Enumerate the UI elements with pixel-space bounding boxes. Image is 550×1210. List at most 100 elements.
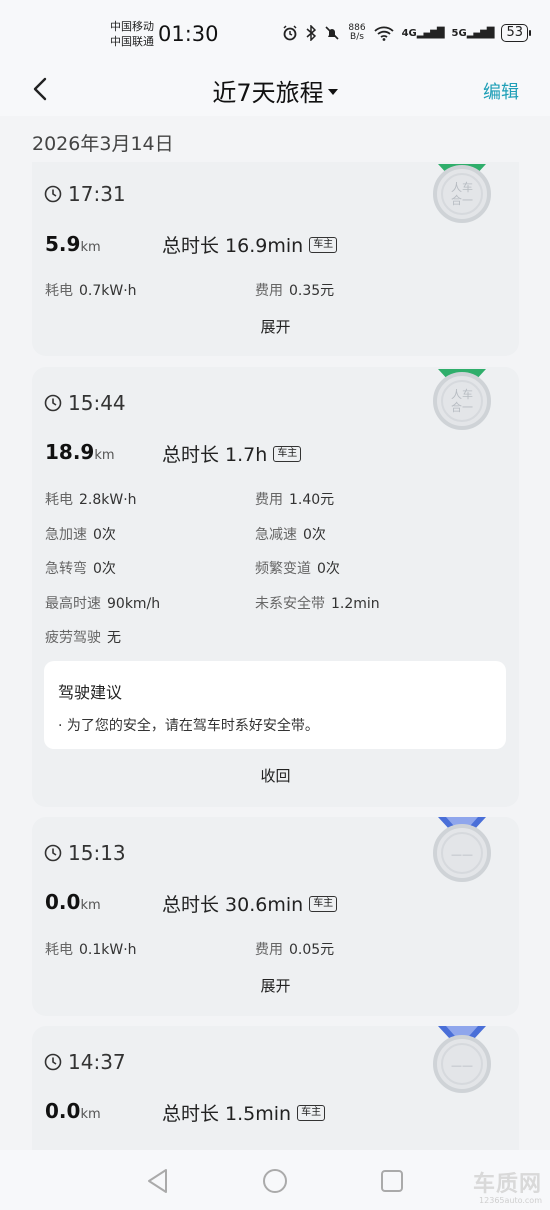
svg-text:人车: 人车: [451, 387, 473, 401]
alarm-icon: [283, 25, 297, 41]
medal-icon: ——: [433, 1026, 491, 1093]
cost-value: 0.35元: [289, 283, 335, 299]
distance-value: 5.9: [45, 232, 81, 256]
distance-value: 0.0: [45, 890, 81, 914]
trip-duration: 总时长 30.6min 车主: [162, 890, 338, 917]
owner-badge: 车主: [297, 1104, 326, 1121]
signal-4g-label: 4G: [401, 27, 417, 39]
expand-button[interactable]: 展开: [32, 975, 519, 996]
energy-label: 耗电: [45, 492, 73, 508]
caret-down-icon: [327, 88, 338, 95]
distance-unit: km: [94, 448, 115, 463]
svg-text:合一: 合一: [451, 193, 473, 207]
page-title: 近7天旅程: [212, 79, 324, 107]
trip-card[interactable]: 17:31 5.9km 总时长 16.9min 车主 耗电 0.7kW·h 费用 0.…: [32, 162, 519, 356]
bluetooth-icon: [306, 25, 317, 41]
recents-square-icon[interactable]: [377, 1166, 407, 1196]
owner-badge: 车主: [309, 895, 338, 912]
medal-icon: 人车 合一: [433, 369, 491, 430]
energy-label: 耗电: [45, 283, 73, 299]
cost-value: 0.05元: [289, 942, 335, 958]
trip-card[interactable]: 15:13 0.0km 总时长 30.6min 车主 耗电 0.1kW·h 费用 0.…: [32, 817, 519, 1016]
clock-icon: [44, 185, 62, 203]
energy-stat: 耗电 2.8kW·h: [45, 489, 137, 509]
max-speed-value: 90km/h: [107, 596, 161, 612]
edit-button[interactable]: 编辑: [483, 78, 519, 104]
lane-change-stat: 频繁变道 0次: [255, 558, 340, 578]
signal-5g-label: 5G: [451, 27, 467, 39]
watermark: 车质网 12365auto.com: [473, 1166, 542, 1205]
energy-value: 0.7kW·h: [79, 283, 137, 299]
trip-card[interactable]: 15:44 18.9km 总时长 1.7h 车主 耗电 2.8kW·h 费用 1.40…: [32, 367, 519, 807]
signal-5g-icon: 5G▂▄▆█: [451, 27, 495, 39]
energy-value: 0.1kW·h: [79, 942, 137, 958]
status-bar: 中国移动 中国联通 01:30 886 B/s 4G▂▄▆█ 5G▂▄▆█ 53: [0, 0, 550, 62]
svg-text:——: ——: [451, 1059, 473, 1072]
trip-start-time: 15:13: [44, 841, 126, 865]
trip-start-time: 14:37: [44, 1050, 126, 1074]
collapse-button[interactable]: 收回: [32, 765, 519, 786]
trip-time-label: 17:31: [68, 182, 126, 206]
trip-duration: 总时长 16.9min 车主: [162, 231, 338, 258]
energy-stat: 耗电 0.7kW·h: [45, 280, 137, 300]
cost-stat: 费用 0.35元: [255, 280, 334, 300]
hard-accel-label: 急加速: [45, 527, 87, 543]
trip-range-selector[interactable]: 近7天旅程: [0, 73, 550, 108]
duration-label: 总时长 1.5min: [162, 1103, 292, 1125]
trip-start-time: 17:31: [44, 182, 126, 206]
distance-value: 18.9: [45, 440, 95, 464]
cost-value: 1.40元: [289, 492, 335, 508]
distance-unit: km: [80, 240, 101, 255]
trip-distance: 5.9km: [45, 232, 101, 256]
trip-duration: 总时长 1.7h 车主: [162, 440, 302, 467]
battery-icon: 53: [501, 24, 531, 42]
cost-stat: 费用 1.40元: [255, 489, 334, 509]
trip-time-label: 15:44: [68, 391, 126, 415]
advice-title: 驾驶建议: [58, 683, 123, 702]
seatbelt-value: 1.2min: [331, 596, 380, 612]
cost-label: 费用: [255, 283, 283, 299]
svg-text:合一: 合一: [451, 400, 473, 414]
seatbelt-label: 未系安全带: [255, 596, 325, 612]
energy-label: 耗电: [45, 942, 73, 958]
clock-icon: [44, 844, 62, 862]
advice-text: · 为了您的安全，请在驾车时系好安全带。: [58, 718, 319, 734]
cost-stat: 费用 0.05元: [255, 939, 334, 959]
hard-brake-stat: 急减速 0次: [255, 524, 326, 544]
distance-unit: km: [80, 898, 101, 913]
cost-label: 费用: [255, 492, 283, 508]
hard-accel-value: 0次: [93, 527, 116, 543]
hard-brake-label: 急减速: [255, 527, 297, 543]
home-circle-icon[interactable]: [260, 1166, 290, 1196]
max-speed-label: 最高时速: [45, 596, 101, 612]
net-speed-unit: B/s: [350, 32, 364, 42]
trip-distance: 0.0km: [45, 890, 101, 914]
svg-text:——: ——: [451, 848, 473, 861]
max-speed-stat: 最高时速 90km/h: [45, 593, 160, 613]
watermark-url: 12365auto.com: [479, 1196, 542, 1205]
expand-button[interactable]: 展开: [32, 316, 519, 337]
trip-card[interactable]: 14:37 0.0km 总时长 1.5min 车主 ——: [32, 1026, 519, 1150]
hard-accel-stat: 急加速 0次: [45, 524, 116, 544]
owner-badge: 车主: [273, 445, 302, 462]
fatigue-value: 无: [107, 630, 121, 646]
watermark-logo: 车质网: [472, 1172, 542, 1197]
carrier-2: 中国联通: [110, 35, 154, 48]
sharp-turn-value: 0次: [93, 561, 116, 577]
energy-stat: 耗电 0.1kW·h: [45, 939, 137, 959]
mute-icon: [325, 26, 339, 40]
clock-icon: [44, 394, 62, 412]
owner-badge: 车主: [309, 236, 338, 253]
trip-duration: 总时长 1.5min 车主: [162, 1099, 326, 1126]
system-nav-bar: 车质网 12365auto.com: [0, 1150, 550, 1210]
trip-distance: 0.0km: [45, 1099, 101, 1123]
distance-value: 0.0: [45, 1099, 81, 1123]
net-speed: 886 B/s: [348, 24, 365, 42]
back-triangle-icon[interactable]: [143, 1166, 173, 1196]
status-icons: 886 B/s 4G▂▄▆█ 5G▂▄▆█ 53: [282, 24, 531, 42]
carrier-1: 中国移动: [110, 20, 154, 33]
medal-icon: ——: [433, 817, 491, 882]
clock-icon: [44, 1053, 62, 1071]
energy-value: 2.8kW·h: [79, 492, 137, 508]
trip-start-time: 15:44: [44, 391, 126, 415]
